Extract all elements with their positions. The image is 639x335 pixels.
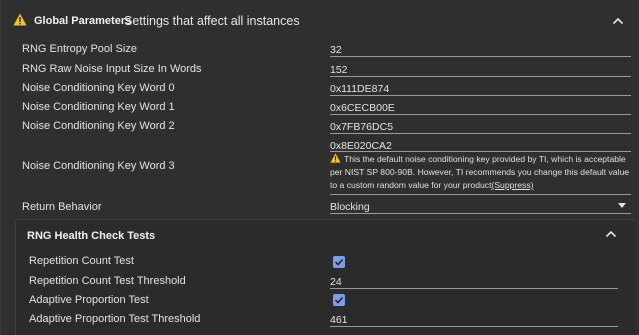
global-parameters-title: Global Parameters bbox=[34, 15, 132, 27]
noise-key-word-1-input[interactable]: 0x6CECB00E bbox=[330, 102, 395, 114]
repetition-count-threshold-label: Repetition Count Test Threshold bbox=[29, 275, 186, 287]
rng-entropy-pool-size-input[interactable]: 32 bbox=[330, 44, 342, 56]
configuration-panel: Global Parameters Settings that affect a… bbox=[0, 0, 639, 335]
input-underline bbox=[330, 95, 631, 96]
input-underline bbox=[330, 326, 618, 327]
chevron-up-icon[interactable] bbox=[605, 230, 617, 238]
warning-icon bbox=[13, 13, 27, 26]
input-underline bbox=[330, 213, 631, 214]
input-underline bbox=[330, 133, 631, 134]
return-behavior-select[interactable]: Blocking bbox=[330, 201, 370, 213]
global-parameters-header[interactable]: Global Parameters Settings that affect a… bbox=[1, 0, 639, 40]
check-icon bbox=[334, 296, 344, 304]
dropdown-arrow-icon[interactable] bbox=[618, 203, 626, 208]
chevron-up-icon[interactable] bbox=[612, 17, 624, 25]
noise-key-warning-text: This the default noise conditioning key … bbox=[330, 154, 630, 190]
repetition-count-test-checkbox[interactable] bbox=[333, 256, 345, 268]
noise-key-warning: This the default noise conditioning key … bbox=[330, 153, 630, 192]
input-underline bbox=[330, 194, 631, 195]
noise-key-word-1-label: Noise Conditioning Key Word 1 bbox=[22, 101, 175, 113]
warning-icon bbox=[330, 153, 341, 163]
global-parameters-subtitle: Settings that affect all instances bbox=[124, 14, 300, 28]
input-underline bbox=[330, 288, 618, 289]
noise-key-word-3-label: Noise Conditioning Key Word 3 bbox=[22, 160, 175, 172]
noise-key-word-0-label: Noise Conditioning Key Word 0 bbox=[22, 82, 175, 94]
rng-raw-noise-input-size-label: RNG Raw Noise Input Size In Words bbox=[22, 63, 202, 75]
noise-key-word-2-input[interactable]: 0x7FB76DC5 bbox=[330, 121, 393, 133]
noise-key-word-0-input[interactable]: 0x111DE874 bbox=[330, 83, 389, 95]
adaptive-proportion-threshold-label: Adaptive Proportion Test Threshold bbox=[29, 313, 201, 325]
rng-raw-noise-input-size-input[interactable]: 152 bbox=[330, 64, 348, 76]
input-underline bbox=[330, 56, 631, 57]
input-underline bbox=[330, 151, 631, 152]
noise-key-word-2-label: Noise Conditioning Key Word 2 bbox=[22, 120, 175, 132]
repetition-count-threshold-input[interactable]: 24 bbox=[330, 276, 342, 288]
adaptive-proportion-threshold-input[interactable]: 461 bbox=[330, 314, 348, 326]
input-underline bbox=[330, 114, 631, 115]
adaptive-proportion-test-checkbox[interactable] bbox=[333, 294, 345, 306]
input-underline bbox=[330, 76, 631, 77]
return-behavior-label: Return Behavior bbox=[22, 201, 102, 213]
suppress-link[interactable]: (Suppress) bbox=[491, 180, 533, 190]
check-icon bbox=[334, 258, 344, 266]
rng-health-check-title: RNG Health Check Tests bbox=[27, 230, 156, 242]
adaptive-proportion-test-label: Adaptive Proportion Test bbox=[29, 294, 149, 306]
rng-entropy-pool-size-label: RNG Entropy Pool Size bbox=[22, 43, 137, 55]
repetition-count-test-label: Repetition Count Test bbox=[29, 255, 134, 267]
